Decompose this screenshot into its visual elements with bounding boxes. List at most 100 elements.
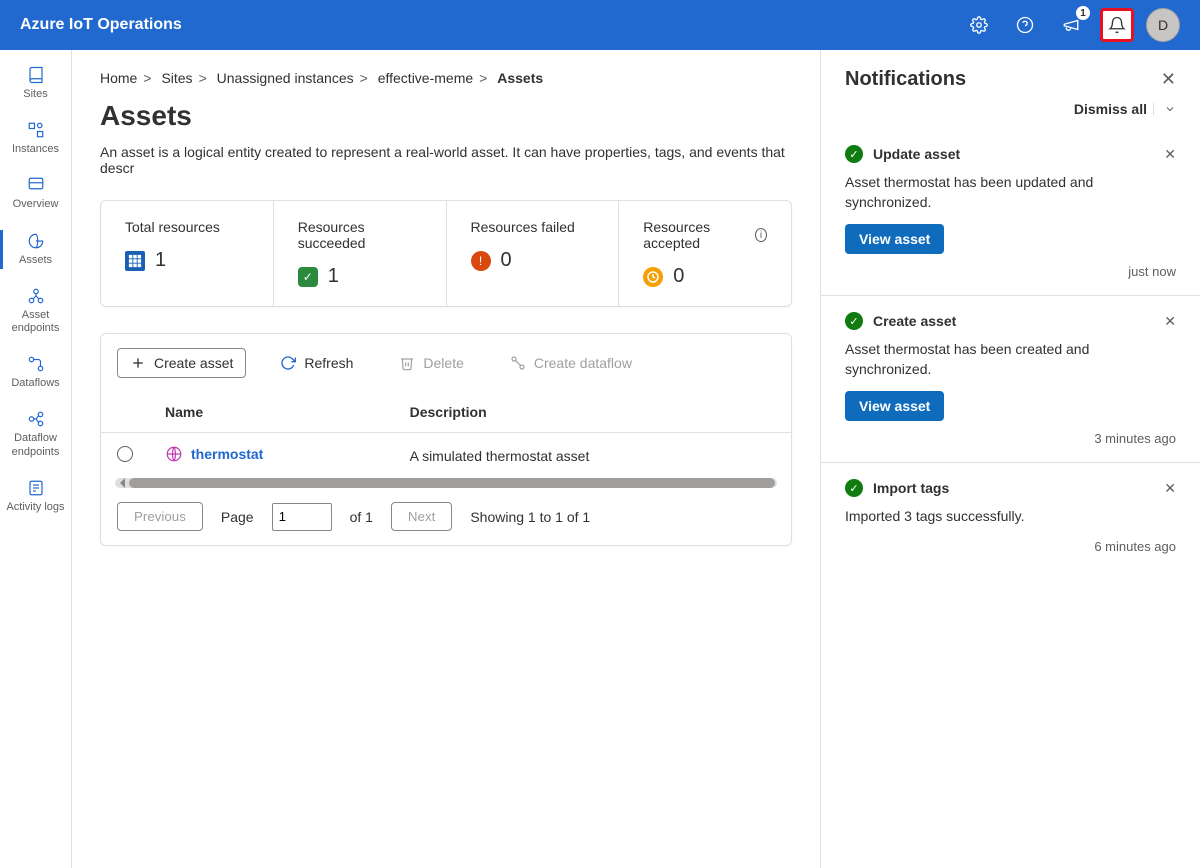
- panel-header: Notifications ✕: [821, 50, 1200, 97]
- notif-time: 3 minutes ago: [845, 431, 1176, 446]
- clock-icon: [643, 267, 663, 287]
- notif-title: Import tags: [873, 480, 1154, 496]
- sidebar-label: Sites: [23, 88, 47, 101]
- check-icon: ✓: [298, 267, 318, 287]
- sidebar: Sites Instances Overview Assets Asset en…: [0, 50, 72, 868]
- delete-button: Delete: [387, 349, 475, 377]
- col-description[interactable]: Description: [394, 392, 791, 433]
- main-content: Home> Sites> Unassigned instances> effec…: [72, 50, 820, 868]
- page-input[interactable]: [272, 503, 332, 531]
- top-header: Azure IoT Operations 1 D: [0, 0, 1200, 50]
- notif-time: just now: [845, 264, 1176, 279]
- stat-label: Total resources: [125, 219, 249, 235]
- table-row[interactable]: thermostat A simulated thermostat asset: [101, 433, 791, 479]
- crumb-home[interactable]: Home: [100, 70, 137, 86]
- breadcrumb: Home> Sites> Unassigned instances> effec…: [100, 70, 792, 86]
- overview-icon: [27, 176, 45, 194]
- notif-time: 6 minutes ago: [845, 539, 1176, 554]
- notification-item: ✓ Update asset ✕ Asset thermostat has be…: [821, 129, 1200, 296]
- page-description: An asset is a logical entity created to …: [100, 144, 792, 176]
- sidebar-label: Dataflows: [11, 377, 59, 390]
- activity-logs-icon: [27, 479, 45, 497]
- view-asset-button[interactable]: View asset: [845, 391, 944, 421]
- feedback-badge: 1: [1076, 6, 1090, 20]
- stat-accepted: Resources accepted i 0: [619, 201, 791, 306]
- dismiss-chevron[interactable]: [1153, 103, 1176, 115]
- close-panel-button[interactable]: ✕: [1161, 69, 1176, 90]
- view-asset-button[interactable]: View asset: [845, 224, 944, 254]
- sidebar-item-dataflow-endpoints[interactable]: Dataflow endpoints: [0, 400, 71, 468]
- success-icon: ✓: [845, 145, 863, 163]
- refresh-button[interactable]: Refresh: [268, 349, 365, 377]
- notifications-button[interactable]: [1100, 8, 1134, 42]
- sites-icon: [27, 66, 45, 84]
- horizontal-scrollbar[interactable]: [115, 478, 777, 488]
- sidebar-label: Asset endpoints: [4, 309, 67, 335]
- error-icon: !: [471, 251, 491, 271]
- sidebar-item-asset-endpoints[interactable]: Asset endpoints: [0, 277, 71, 345]
- settings-button[interactable]: [962, 8, 996, 42]
- page-of: of 1: [350, 509, 373, 525]
- info-icon[interactable]: i: [755, 228, 767, 242]
- app-title: Azure IoT Operations: [20, 16, 182, 34]
- crumb-current: Assets: [497, 70, 543, 86]
- crumb-sites[interactable]: Sites: [161, 70, 192, 86]
- dataflow-endpoints-icon: [27, 410, 45, 428]
- sidebar-label: Instances: [12, 143, 59, 156]
- notification-item: ✓ Create asset ✕ Asset thermostat has be…: [821, 296, 1200, 463]
- success-icon: ✓: [845, 479, 863, 497]
- notif-title: Update asset: [873, 146, 1154, 162]
- prev-button[interactable]: Previous: [117, 502, 203, 531]
- user-avatar[interactable]: D: [1146, 8, 1180, 42]
- next-button[interactable]: Next: [391, 502, 452, 531]
- crumb-unassigned[interactable]: Unassigned instances: [217, 70, 354, 86]
- sidebar-item-dataflows[interactable]: Dataflows: [0, 345, 71, 400]
- help-icon: [1016, 16, 1034, 34]
- asset-link[interactable]: thermostat: [165, 445, 263, 463]
- stat-value: 0: [673, 265, 684, 288]
- trash-icon: [399, 355, 415, 371]
- assets-icon: [27, 232, 45, 250]
- crumb-instance[interactable]: effective-meme: [378, 70, 473, 86]
- notifications-panel: Notifications ✕ Dismiss all ✓ Update ass…: [820, 50, 1200, 868]
- pagination: Previous Page of 1 Next Showing 1 to 1 o…: [101, 488, 791, 545]
- header-actions: 1 D: [962, 8, 1180, 42]
- create-dataflow-button: Create dataflow: [498, 349, 644, 377]
- help-button[interactable]: [1008, 8, 1042, 42]
- col-name[interactable]: Name: [149, 392, 394, 433]
- notif-body: Imported 3 tags successfully.: [845, 507, 1176, 527]
- stat-failed: Resources failed ! 0: [447, 201, 620, 306]
- sidebar-item-activity-logs[interactable]: Activity logs: [0, 469, 71, 524]
- feedback-button[interactable]: 1: [1054, 8, 1088, 42]
- asset-icon: [165, 445, 183, 463]
- plus-icon: [130, 355, 146, 371]
- page-label: Page: [221, 509, 254, 525]
- panel-title: Notifications: [845, 68, 966, 91]
- create-asset-button[interactable]: Create asset: [117, 348, 246, 378]
- notif-close-button[interactable]: ✕: [1164, 146, 1176, 163]
- sidebar-label: Assets: [19, 254, 52, 267]
- sidebar-item-assets[interactable]: Assets: [0, 222, 71, 277]
- page-title: Assets: [100, 100, 792, 132]
- sidebar-item-instances[interactable]: Instances: [0, 111, 71, 166]
- col-select: [101, 392, 149, 433]
- asset-description: A simulated thermostat asset: [394, 433, 791, 479]
- stat-label: Resources failed: [471, 219, 595, 235]
- sidebar-label: Dataflow endpoints: [4, 432, 67, 458]
- notif-close-button[interactable]: ✕: [1164, 313, 1176, 330]
- row-radio[interactable]: [117, 446, 133, 462]
- notif-body: Asset thermostat has been created and sy…: [845, 340, 1176, 379]
- assets-table: Name Description thermostat A simu: [101, 392, 791, 478]
- dismiss-row: Dismiss all: [821, 97, 1200, 129]
- dataflows-icon: [27, 355, 45, 373]
- asset-endpoints-icon: [27, 287, 45, 305]
- bell-icon: [1108, 16, 1126, 34]
- notif-close-button[interactable]: ✕: [1164, 480, 1176, 497]
- notif-body: Asset thermostat has been updated and sy…: [845, 173, 1176, 212]
- dismiss-all-button[interactable]: Dismiss all: [1074, 101, 1147, 117]
- success-icon: ✓: [845, 312, 863, 330]
- stat-label: Resources accepted i: [643, 219, 767, 251]
- sidebar-item-overview[interactable]: Overview: [0, 166, 71, 221]
- grid-icon: [125, 251, 145, 271]
- sidebar-item-sites[interactable]: Sites: [0, 56, 71, 111]
